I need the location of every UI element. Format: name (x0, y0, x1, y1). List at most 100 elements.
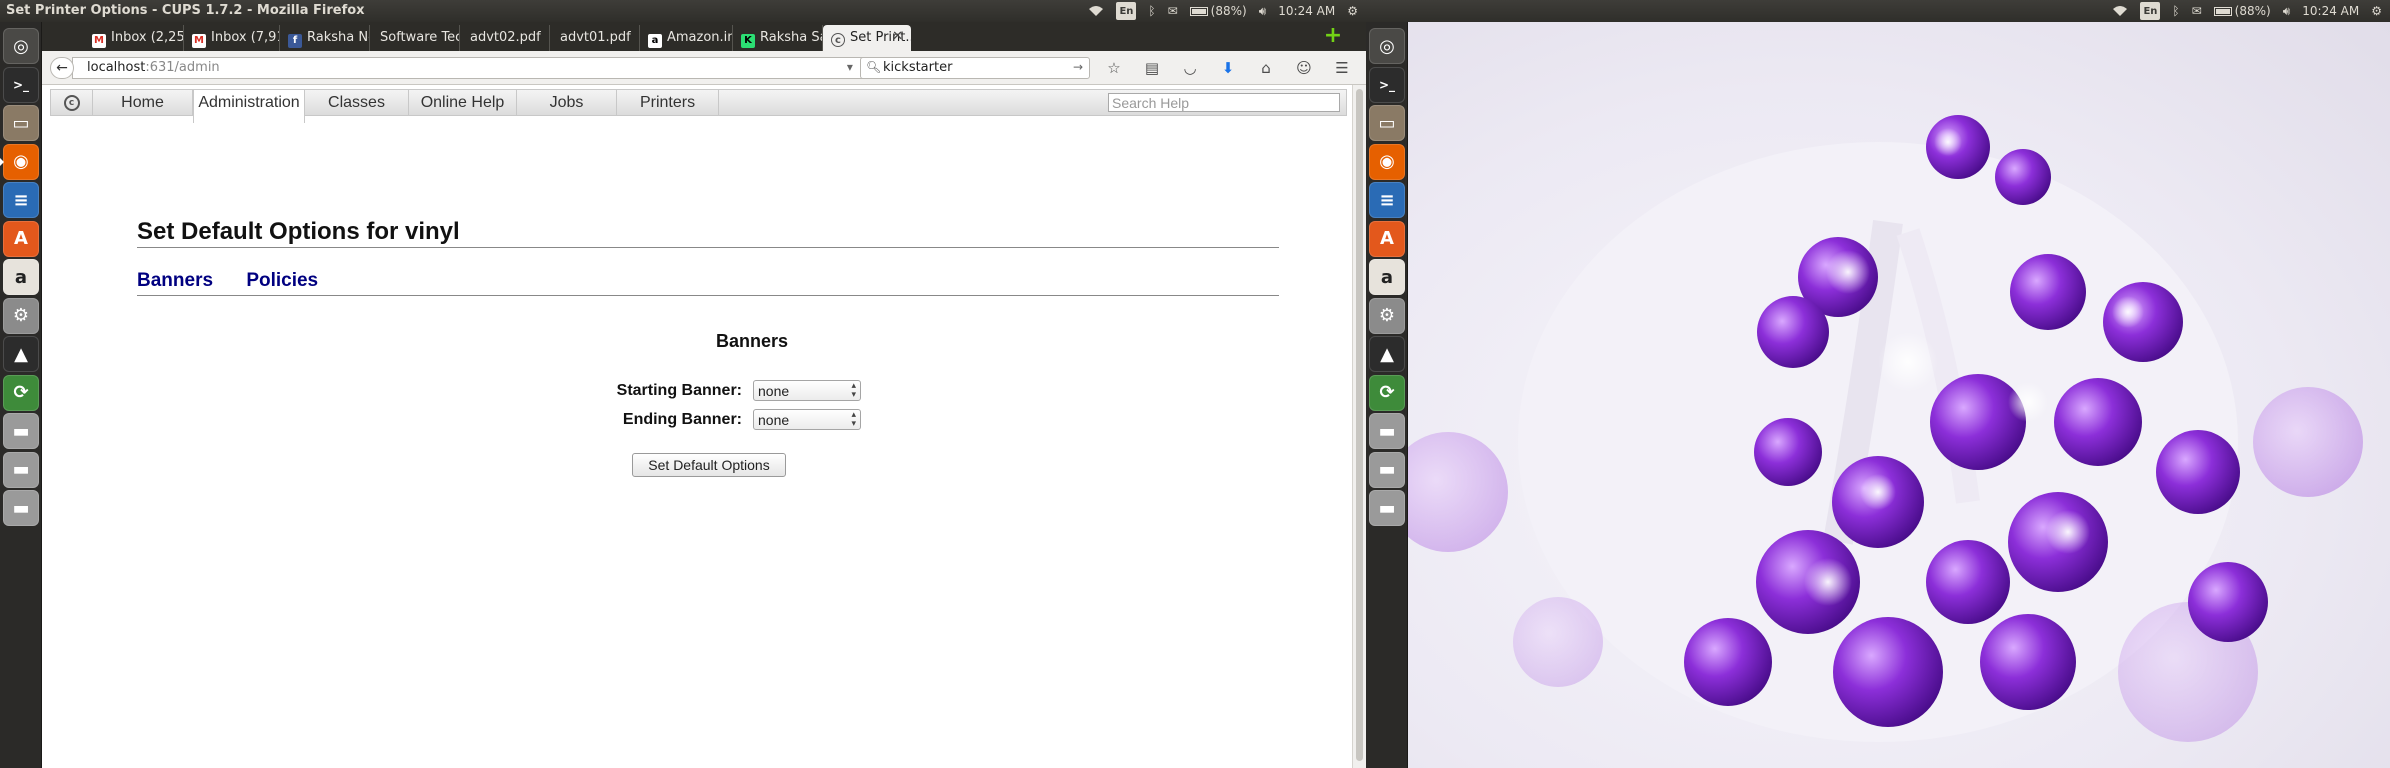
link-banners[interactable]: Banners (137, 270, 213, 291)
volume-icon[interactable]: 🔊︎ (1259, 2, 1267, 20)
tab-set-printer-options[interactable]: cSet Print... ✕ (823, 25, 911, 51)
chat-icon[interactable]: ☺ (1292, 59, 1316, 77)
inkscape-icon[interactable]: ▲ (3, 336, 39, 372)
drive-icon[interactable]: ▬ (3, 490, 39, 526)
firefox-icon[interactable]: ◉ (3, 143, 39, 180)
menu-icon[interactable]: ☰ (1330, 59, 1354, 77)
bookmarks-menu-icon[interactable]: ▤ (1140, 59, 1164, 77)
toolbar-icons: ☆ ▤ ◡ ⬇ ⌂ ☺ ☰ (1102, 59, 1354, 77)
nav-online-help[interactable]: Online Help (409, 90, 517, 115)
terminal-icon[interactable]: >_ (3, 66, 39, 103)
nav-printers[interactable]: Printers (617, 90, 719, 115)
vertical-scrollbar[interactable] (1352, 85, 1366, 768)
link-policies[interactable]: Policies (246, 270, 318, 291)
nav-jobs[interactable]: Jobs (517, 90, 617, 115)
running-app-indicator (0, 157, 4, 166)
drive-icon[interactable]: ▬ (1369, 490, 1405, 526)
ubuntu-dash-icon[interactable]: ◎ (1369, 28, 1405, 64)
bluetooth-icon[interactable]: ᛒ (2172, 2, 2179, 20)
drive-icon[interactable]: ▬ (1369, 451, 1405, 488)
cups-nav-bar: c Home Administration Classes Online Hel… (50, 89, 1347, 123)
drive-icon[interactable]: ▬ (1369, 413, 1405, 449)
nav-administration[interactable]: Administration (193, 89, 305, 123)
system-settings-icon[interactable]: ⚙ (3, 297, 39, 334)
keyboard-layout-badge[interactable]: En (1116, 2, 1137, 20)
tab-advt02[interactable]: advt02.pdf (460, 25, 550, 51)
cups-icon: c (831, 33, 845, 47)
search-bar[interactable]: 🔍︎ kickstarter → (860, 57, 1090, 79)
libreoffice-writer-icon[interactable]: ≡ (3, 182, 39, 218)
downloads-icon[interactable]: ⬇ (1216, 59, 1240, 77)
gear-icon[interactable]: ⚙ (1347, 2, 1358, 20)
scrollbar-thumb[interactable] (1356, 89, 1363, 761)
page-title: Set Default Options for vinyl (137, 218, 460, 245)
pocket-icon[interactable]: ◡ (1178, 59, 1202, 77)
ending-banner-select[interactable]: none ▴ ▾ (753, 409, 861, 430)
close-tab-icon[interactable]: ✕ (892, 29, 903, 44)
amazon-icon[interactable]: a (1369, 259, 1405, 295)
battery-percent: (88%) (1210, 4, 1247, 18)
search-go-icon[interactable]: → (1073, 60, 1083, 74)
mail-icon[interactable]: ✉ (2192, 2, 2202, 20)
software-center-icon[interactable]: A (3, 220, 39, 257)
tab-inbox-1[interactable]: M Inbox (2,255... (84, 25, 184, 51)
tab-raksha-safe[interactable]: K Raksha Safe... (733, 25, 823, 51)
purple-berries-wallpaper-image (1408, 115, 2363, 742)
tab-label: Amazon.in: ... (667, 30, 733, 45)
tab-bar: M Inbox (2,255... M Inbox (7,917... f Raksh… (42, 22, 1366, 51)
libreoffice-writer-icon[interactable]: ≡ (1369, 182, 1405, 218)
nav-home[interactable]: Home (93, 90, 193, 115)
indicator-area: En ᛒ ✉ (88%) 🔊︎ 10:24 AM ⚙ (1088, 2, 1358, 20)
update-manager-icon[interactable]: ⟳ (1369, 374, 1405, 411)
tab-label: Inbox (2,255... (111, 30, 184, 45)
home-icon[interactable]: ⌂ (1254, 59, 1278, 77)
terminal-icon[interactable]: >_ (1369, 66, 1405, 103)
nav-classes[interactable]: Classes (305, 90, 409, 115)
software-center-icon[interactable]: A (1369, 220, 1405, 257)
cups-logo[interactable]: c (51, 90, 93, 115)
new-tab-button[interactable]: + (1323, 25, 1343, 47)
tab-label: Raksha Net (307, 30, 369, 45)
clock[interactable]: 10:24 AM (1278, 2, 1335, 20)
tab-raksha-net[interactable]: f Raksha Net (280, 25, 370, 51)
battery-indicator[interactable]: (88%) (1189, 2, 1247, 20)
bluetooth-icon[interactable]: ᛒ (1148, 2, 1155, 20)
ubuntu-dash-icon[interactable]: ◎ (3, 28, 39, 64)
volume-icon[interactable]: 🔊︎ (2283, 2, 2291, 20)
files-icon[interactable]: ▭ (3, 105, 39, 141)
inkscape-icon[interactable]: ▲ (1369, 336, 1405, 372)
wifi-icon[interactable] (1088, 2, 1104, 20)
tab-label: advt01.pdf (560, 30, 631, 45)
system-settings-icon[interactable]: ⚙ (1369, 297, 1405, 334)
firefox-icon[interactable]: ◉ (1369, 143, 1405, 180)
battery-icon (1189, 6, 1208, 16)
clock[interactable]: 10:24 AM (2302, 2, 2359, 20)
drive-icon[interactable]: ▬ (3, 413, 39, 449)
tab-amazon[interactable]: a Amazon.in: ... (640, 25, 733, 51)
url-bar[interactable]: localhost:631/admin ▾↻ (72, 57, 890, 79)
starting-banner-select[interactable]: none ▴ ▾ (753, 380, 861, 401)
tab-advt01[interactable]: advt01.pdf (550, 25, 640, 51)
gear-icon[interactable]: ⚙ (2371, 2, 2382, 20)
tab-label: Inbox (7,917... (211, 30, 279, 45)
mail-icon[interactable]: ✉ (1168, 2, 1178, 20)
set-default-options-button[interactable]: Set Default Options (632, 453, 786, 477)
keyboard-layout-badge[interactable]: En (2140, 2, 2161, 20)
section-heading: Banners (715, 331, 789, 351)
tab-label: Software Techn... (380, 30, 459, 45)
tab-inbox-2[interactable]: M Inbox (7,917... (184, 25, 280, 51)
amazon-icon[interactable]: a (3, 259, 39, 295)
wifi-icon[interactable] (2112, 2, 2128, 20)
drive-icon[interactable]: ▬ (3, 451, 39, 488)
search-help-input[interactable]: Search Help (1108, 93, 1340, 112)
battery-indicator[interactable]: (88%) (2213, 2, 2271, 20)
battery-icon (2213, 6, 2232, 16)
files-icon[interactable]: ▭ (1369, 105, 1405, 141)
unity-launcher: ◎ >_ ▭ ◉ ≡ Aa ⚙ ▲ ⟳ ▬ ▬ ▬ (0, 22, 42, 768)
tab-label: advt02.pdf (470, 30, 541, 45)
back-button[interactable]: ← (50, 57, 74, 79)
tab-software-techn[interactable]: Software Techn... (370, 25, 460, 51)
links-divider (137, 295, 1279, 296)
update-manager-icon[interactable]: ⟳ (3, 374, 39, 411)
bookmark-star-icon[interactable]: ☆ (1102, 59, 1126, 77)
